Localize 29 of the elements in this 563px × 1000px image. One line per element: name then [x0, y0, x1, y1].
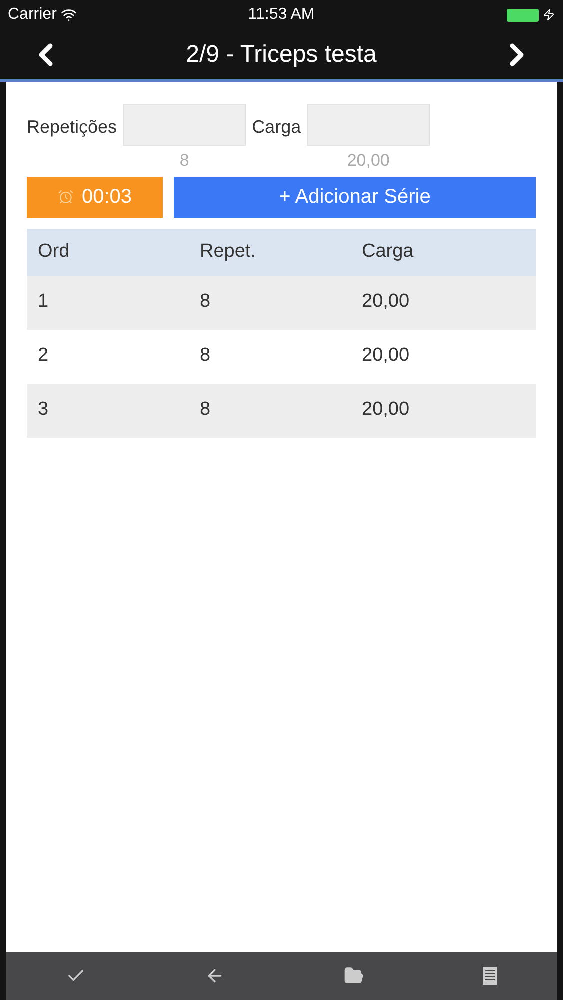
- column-header: Ord: [38, 240, 71, 264]
- exercise-title: 2/9 - Triceps testa: [186, 40, 377, 70]
- table-cell-text: 3: [38, 398, 50, 422]
- previous-value-hint: 20,00: [347, 150, 390, 172]
- input-field[interactable]: [123, 104, 246, 146]
- table-cell-text: 8: [200, 398, 212, 422]
- carrier-label: Carrier: [8, 5, 57, 25]
- previous-value-hint: 8: [180, 150, 190, 172]
- table-cell-text: 20,00: [362, 398, 411, 422]
- table-cell-text: 20,00: [362, 344, 411, 368]
- column-header: Carga: [362, 240, 415, 264]
- document-button[interactable]: [483, 967, 498, 985]
- battery-icon: [506, 8, 539, 22]
- clock: 11:53 AM: [248, 5, 315, 25]
- table-cell-text: 20,00: [362, 290, 411, 314]
- table-cell-text: 1: [38, 290, 50, 314]
- table-cell-text: 8: [200, 290, 212, 314]
- charging-icon: [542, 9, 555, 21]
- folder-button[interactable]: [344, 966, 364, 986]
- field-label: Repetições: [27, 116, 118, 139]
- alarm-clock-icon: [58, 189, 74, 205]
- field-label: Carga: [252, 116, 302, 139]
- input-field[interactable]: [307, 104, 430, 146]
- wifi-icon: [60, 7, 77, 23]
- add-set-button[interactable]: + Adicionar Série: [174, 176, 536, 218]
- timer-button[interactable]: 00:03: [27, 176, 163, 218]
- table-cell-text: 8: [200, 344, 212, 368]
- table-cell-text: 2: [38, 344, 50, 368]
- column-header: Repet.: [200, 240, 257, 264]
